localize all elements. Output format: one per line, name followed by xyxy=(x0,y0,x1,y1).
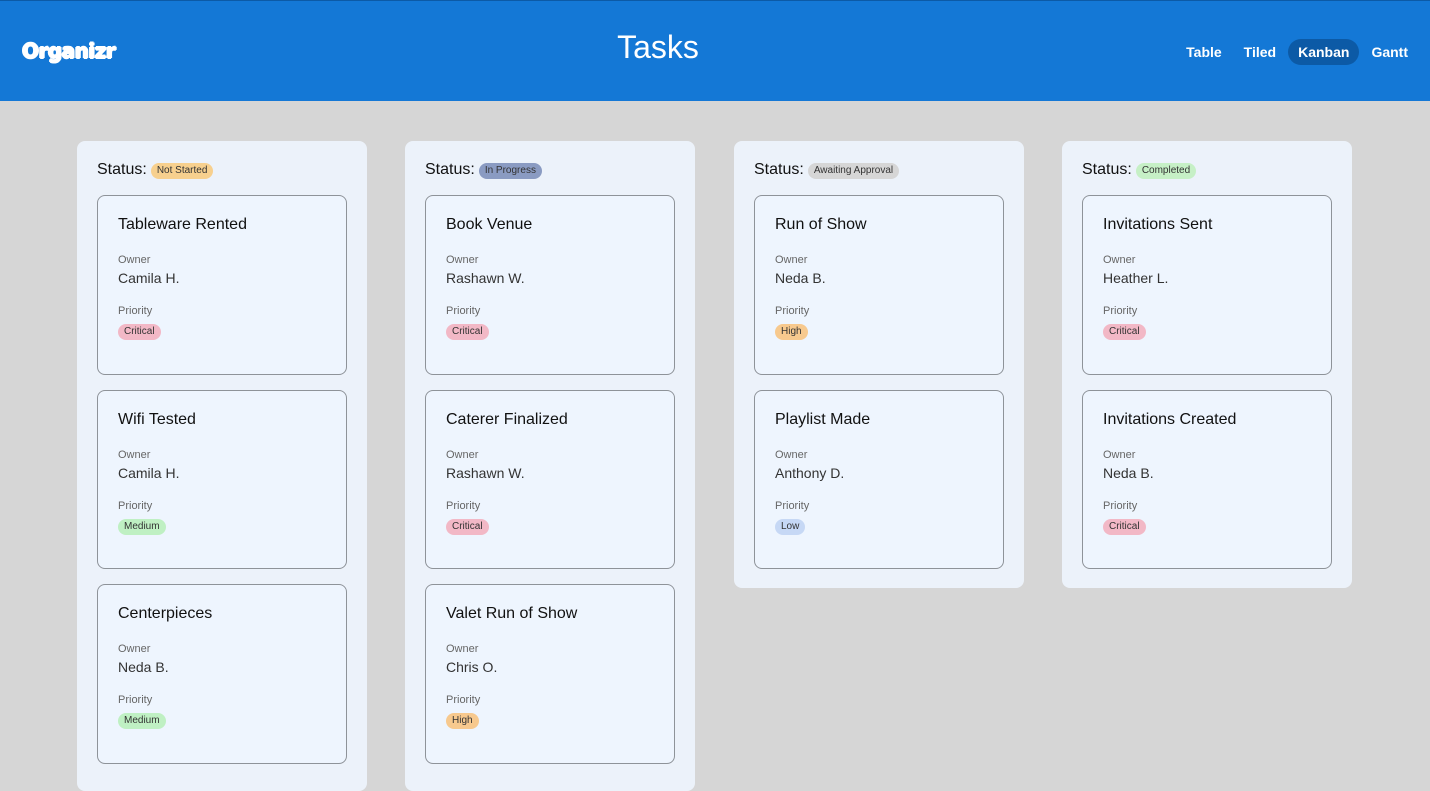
nav-gantt[interactable]: Gantt xyxy=(1361,39,1418,65)
task-title: Book Venue xyxy=(446,216,533,233)
task-title: Caterer Finalized xyxy=(446,411,568,428)
owner-value: Camila H. xyxy=(118,270,180,286)
task-card[interactable]: Book Venue Owner Rashawn W. Priority Critica… xyxy=(425,195,675,375)
owner-label: Owner xyxy=(446,449,479,461)
kanban-board: Status: Not Started Tableware Rented Owner C… xyxy=(77,141,1357,791)
task-card[interactable]: Caterer Finalized Owner Rashawn W. Priority… xyxy=(425,390,675,569)
priority-label: Priority xyxy=(1103,500,1138,512)
nav-table[interactable]: Table xyxy=(1176,39,1232,65)
owner-value: Neda B. xyxy=(118,659,169,675)
task-title: Playlist Made xyxy=(775,411,871,428)
task-title: Tableware Rented xyxy=(118,216,247,233)
task-card[interactable]: Playlist Made Owner Anthony D. Priority Low xyxy=(754,390,1004,569)
column-status-label: Status: xyxy=(97,161,147,178)
view-switcher: Table Tiled Kanban Gantt xyxy=(1176,39,1418,65)
task-title: Run of Show xyxy=(775,216,867,233)
priority-label: Priority xyxy=(775,305,810,317)
task-title: Centerpieces xyxy=(118,605,213,622)
owner-value: Camila H. xyxy=(118,465,180,481)
column-header: Status: Not Started xyxy=(97,161,347,179)
status-badge: Not Started xyxy=(150,163,214,179)
column-header: Status: Awaiting Approval xyxy=(754,161,1004,179)
priority-badge: High xyxy=(775,324,808,340)
priority-label: Priority xyxy=(118,500,153,512)
column-header: Status: Completed xyxy=(1082,161,1332,179)
owner-value: Neda B. xyxy=(1103,465,1154,481)
owner-label: Owner xyxy=(775,254,808,266)
owner-value: Rashawn W. xyxy=(446,465,525,481)
app-header: Organizr Tasks Table Tiled Kanban Gantt xyxy=(0,0,1430,101)
task-title: Invitations Created xyxy=(1103,411,1237,428)
priority-badge: Critical xyxy=(118,324,161,340)
task-title: Valet Run of Show xyxy=(446,605,578,622)
column-status-label: Status: xyxy=(425,161,475,178)
task-card[interactable]: Invitations Created Owner Neda B. Priority C… xyxy=(1082,390,1332,569)
priority-label: Priority xyxy=(118,305,153,317)
priority-label: Priority xyxy=(446,694,481,706)
task-card[interactable]: Run of Show Owner Neda B. Priority High xyxy=(754,195,1004,375)
nav-tiled[interactable]: Tiled xyxy=(1234,39,1286,65)
column-header: Status: In Progress xyxy=(425,161,675,179)
owner-value: Heather L. xyxy=(1103,270,1169,286)
owner-label: Owner xyxy=(118,254,151,266)
task-card[interactable]: Invitations Sent Owner Heather L. Priority C… xyxy=(1082,195,1332,375)
priority-badge: Medium xyxy=(118,713,166,729)
column-status-label: Status: xyxy=(754,161,804,178)
owner-value: Chris O. xyxy=(446,659,498,675)
priority-label: Priority xyxy=(446,500,481,512)
owner-value: Neda B. xyxy=(775,270,826,286)
owner-value: Rashawn W. xyxy=(446,270,525,286)
priority-badge: Medium xyxy=(118,519,166,535)
priority-badge: Low xyxy=(775,519,806,535)
status-badge: Awaiting Approval xyxy=(807,163,900,179)
task-title: Invitations Sent xyxy=(1103,216,1213,233)
priority-badge: High xyxy=(446,713,479,729)
status-badge: In Progress xyxy=(478,163,542,179)
status-badge: Completed xyxy=(1135,163,1197,179)
column-status-label: Status: xyxy=(1082,161,1132,178)
owner-label: Owner xyxy=(446,643,479,655)
priority-label: Priority xyxy=(118,694,153,706)
task-card[interactable]: Centerpieces Owner Neda B. Priority Medium xyxy=(97,584,347,764)
task-card[interactable]: Tableware Rented Owner Camila H. Priority Cr… xyxy=(97,195,347,375)
priority-badge: Critical xyxy=(446,519,489,535)
kanban-column: Status: Awaiting Approval Run of Show Owner… xyxy=(734,141,1024,588)
kanban-column: Status: In Progress Book Venue Owner Rashawn… xyxy=(405,141,695,791)
owner-label: Owner xyxy=(1103,254,1136,266)
priority-label: Priority xyxy=(775,500,810,512)
priority-label: Priority xyxy=(1103,305,1138,317)
priority-badge: Critical xyxy=(1103,324,1146,340)
owner-value: Anthony D. xyxy=(775,465,845,481)
owner-label: Owner xyxy=(1103,449,1136,461)
owner-label: Owner xyxy=(118,449,151,461)
owner-label: Owner xyxy=(775,449,808,461)
kanban-column: Status: Completed Invitations Sent Owner Hea… xyxy=(1062,141,1352,588)
task-card[interactable]: Valet Run of Show Owner Chris O. Priority Hi… xyxy=(425,584,675,764)
task-card[interactable]: Wifi Tested Owner Camila H. Priority Medium xyxy=(97,390,347,569)
task-title: Wifi Tested xyxy=(118,411,196,428)
owner-label: Owner xyxy=(446,254,479,266)
kanban-column: Status: Not Started Tableware Rented Owner C… xyxy=(77,141,367,791)
nav-kanban[interactable]: Kanban xyxy=(1288,39,1360,65)
priority-badge: Critical xyxy=(446,324,489,340)
owner-label: Owner xyxy=(118,643,151,655)
priority-label: Priority xyxy=(446,305,481,317)
priority-badge: Critical xyxy=(1103,519,1146,535)
